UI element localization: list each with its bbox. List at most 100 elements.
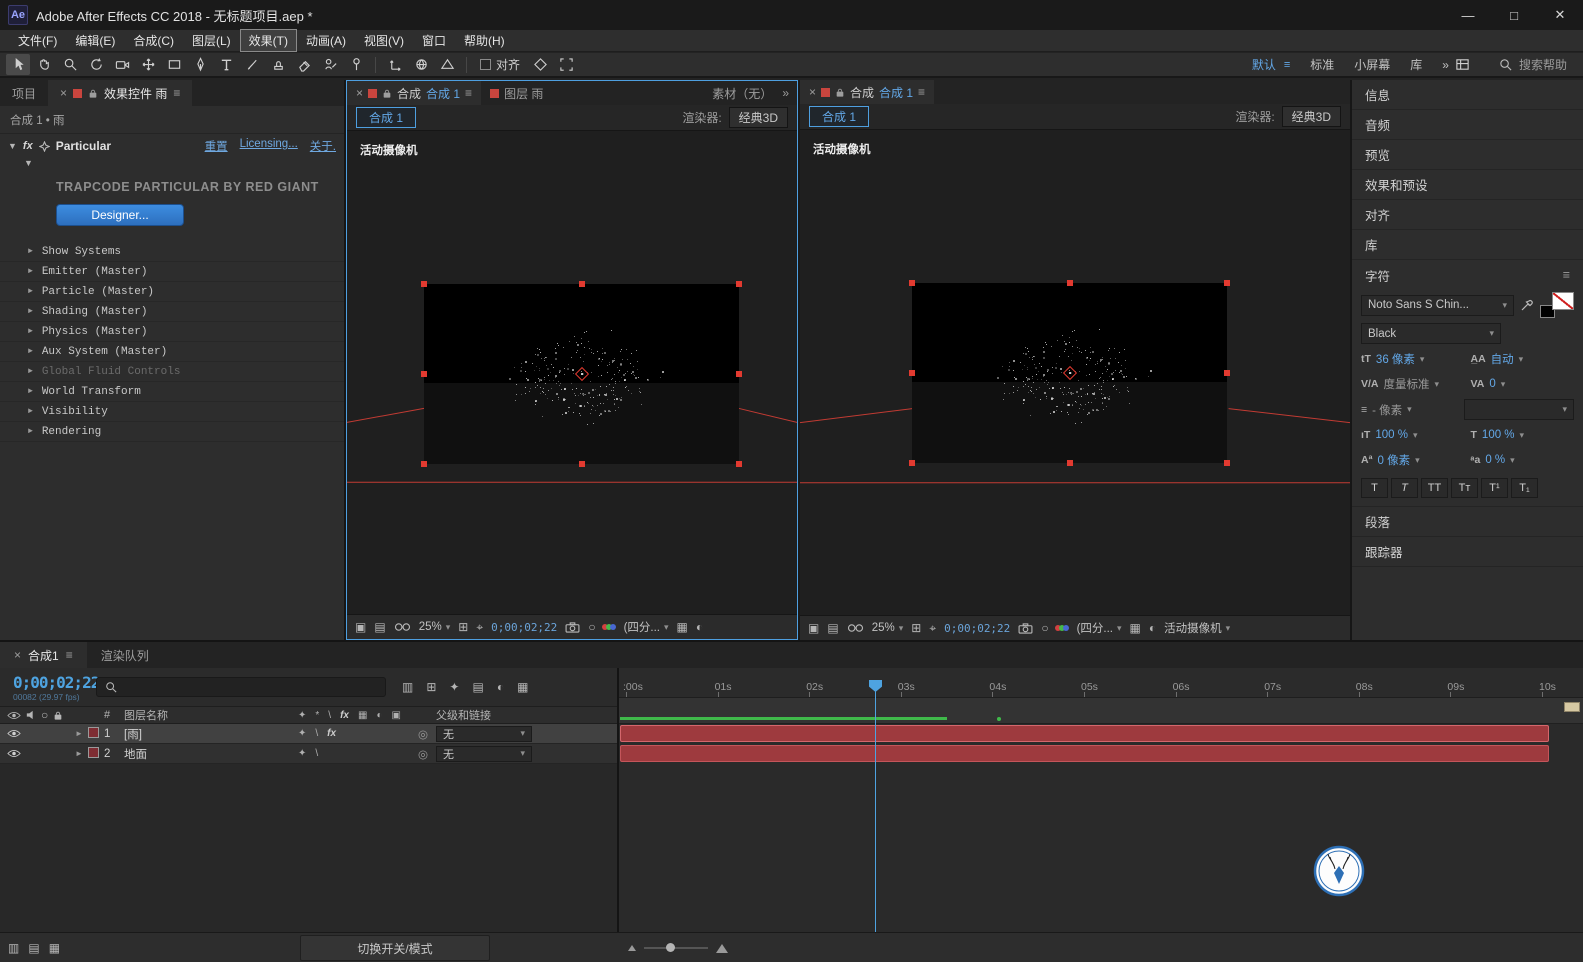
selection-handle[interactable] <box>909 370 915 376</box>
sidebar-panel-header[interactable]: 预览 <box>1352 140 1583 170</box>
effect-group-row[interactable]: ► World Transform <box>0 382 344 402</box>
effect-group-row[interactable]: ► Show Systems <box>0 242 344 262</box>
sidebar-panel-header[interactable]: 效果和预设 <box>1352 170 1583 200</box>
tab-effect-controls[interactable]: × 效果控件 雨 ≡ <box>48 80 193 106</box>
menu-item[interactable]: 编辑(E) <box>67 30 123 51</box>
effect-group-row[interactable]: ► Global Fluid Controls <box>0 362 344 382</box>
effects-switch[interactable]: fx <box>327 728 336 739</box>
draft-3d-icon[interactable]: ⊞ <box>426 681 436 693</box>
font-style-dropdown[interactable]: Black ▾ <box>1361 323 1501 344</box>
effect-group-row[interactable]: ► Emitter (Master) <box>0 262 344 282</box>
pan-behind-tool-icon[interactable] <box>136 54 160 75</box>
comp-breadcrumb-button[interactable]: 合成 1 <box>356 107 417 128</box>
solo-column-icon[interactable]: ○ <box>41 709 48 721</box>
renderer-button[interactable]: 经典3D <box>1281 106 1341 127</box>
layer-name[interactable]: 地面 <box>124 746 292 762</box>
snap-align-control[interactable]: 对齐 <box>480 56 520 73</box>
parent-pickwhip-icon[interactable]: ◎ <box>410 747 436 761</box>
selection-handle[interactable] <box>1066 280 1073 286</box>
minimize-button[interactable]: — <box>1445 0 1491 30</box>
tab-render-queue[interactable]: 渲染队列 <box>87 642 163 668</box>
quality-switch[interactable]: \ <box>315 728 318 739</box>
menu-item[interactable]: 窗口 <box>414 30 454 51</box>
viewer-timecode[interactable]: 0;00;02;22 <box>944 622 1010 635</box>
close-icon[interactable]: × <box>809 85 816 99</box>
shy-switch[interactable]: ✦ <box>298 748 306 759</box>
comp-viewer-tab[interactable]: × 合成 合成 1 ≡ <box>800 80 935 104</box>
menu-item[interactable]: 效果(T) <box>239 29 298 52</box>
selection-handle[interactable] <box>1224 460 1230 466</box>
timeline-track-area[interactable]: :00s 01s 02s 03s 04s 05s 06s 07s 08s 09s 10s <box>617 668 1583 932</box>
menu-item[interactable]: 视图(V) <box>356 30 412 51</box>
pixel-aspect-icon[interactable]: ▦ <box>1130 622 1141 634</box>
sidebar-panel-header[interactable]: 库 <box>1352 230 1583 260</box>
layer-name-column-header[interactable]: 图层名称 <box>124 707 292 723</box>
eye-icon[interactable] <box>7 729 21 738</box>
type-tool-icon[interactable] <box>214 54 238 75</box>
menu-item[interactable]: 帮助(H) <box>456 30 513 51</box>
zoom-slider-handle[interactable] <box>666 943 675 952</box>
panel-menu-icon[interactable]: ≡ <box>66 648 73 662</box>
audio-column-icon[interactable] <box>26 710 36 720</box>
menu-item[interactable]: 动画(A) <box>298 30 354 51</box>
tab-project[interactable]: 项目 <box>0 80 48 106</box>
kerning-control[interactable]: V/A 度量标准 ▾ <box>1361 374 1465 394</box>
selection-handle[interactable] <box>736 461 742 467</box>
brush-tool-icon[interactable] <box>240 54 264 75</box>
menu-item[interactable]: 文件(F) <box>10 30 65 51</box>
horizontal-scale-control[interactable]: T 100 % ▾ <box>1471 425 1575 445</box>
expand-group-icon[interactable]: ► <box>28 387 33 396</box>
proportional-spacing-control[interactable]: ᵃa 0 % ▾ <box>1471 450 1575 470</box>
channel-glasses-icon[interactable] <box>847 623 864 633</box>
sidebar-panel-header[interactable]: 音频 <box>1352 110 1583 140</box>
font-family-dropdown[interactable]: Noto Sans S Chin... ▾ <box>1361 294 1514 316</box>
text-style-button[interactable]: T <box>1391 478 1418 498</box>
expand-group-icon[interactable]: ► <box>28 287 33 296</box>
eyedropper-icon[interactable] <box>1520 298 1534 312</box>
baseline-shift-control[interactable]: Aª 0 像素 ▾ <box>1361 450 1465 470</box>
selection-handle[interactable] <box>578 461 585 467</box>
text-style-button[interactable]: T <box>1361 478 1388 498</box>
puppet-pin-tool-icon[interactable] <box>344 54 368 75</box>
workspace-tab[interactable]: 库 <box>1410 56 1422 73</box>
shy-switch[interactable]: ✦ <box>298 728 306 739</box>
designer-button[interactable]: Designer... <box>56 204 184 226</box>
parent-dropdown[interactable]: 无 ▾ <box>436 745 532 762</box>
target-region-icon[interactable] <box>554 54 578 75</box>
grid-guides-icon[interactable]: ⊞ <box>911 622 921 634</box>
close-icon[interactable]: × <box>356 86 363 100</box>
text-style-button[interactable]: Tᴛ <box>1451 478 1478 498</box>
camera-select-dropdown[interactable]: 活动摄像机 ▾ <box>1164 620 1230 636</box>
expand-layer-icon[interactable]: ► <box>70 729 88 738</box>
licensing-link[interactable]: Licensing... <box>240 138 298 154</box>
comp-marker-bin-button[interactable] <box>1564 702 1580 712</box>
effect-group-row[interactable]: ► Visibility <box>0 402 344 422</box>
sidebar-panel-header[interactable]: 跟踪器 <box>1352 537 1583 567</box>
layer-name[interactable]: [雨] <box>124 726 292 742</box>
always-preview-icon[interactable]: ▣ <box>808 622 819 634</box>
axis-local-icon[interactable] <box>383 54 407 75</box>
expand-group-icon[interactable]: ► <box>28 407 33 416</box>
text-style-button[interactable]: T¹ <box>1481 478 1508 498</box>
close-icon[interactable]: × <box>14 648 21 662</box>
layer-viewer-tab[interactable]: 图层 雨 <box>481 81 552 105</box>
magnification-dropdown[interactable]: 25% ▾ <box>419 621 451 633</box>
expand-group-icon[interactable]: ► <box>28 307 33 316</box>
panel-menu-icon[interactable]: ≡ <box>918 85 925 99</box>
composition-frame[interactable] <box>421 281 742 467</box>
close-icon[interactable]: × <box>60 86 67 100</box>
fx-badge[interactable]: fx <box>23 140 33 152</box>
zoom-out-icon[interactable] <box>628 945 636 951</box>
selection-tool-icon[interactable] <box>6 54 30 75</box>
eye-icon[interactable] <box>7 749 21 758</box>
view-layout-dropdown[interactable]: (四分... ▾ <box>624 619 669 635</box>
fill-color-swatch[interactable] <box>1552 292 1574 310</box>
parent-column-header[interactable]: 父级和链接 <box>436 707 617 723</box>
selection-handle[interactable] <box>421 461 427 467</box>
workspace-menu-icon[interactable]: ≡ <box>1284 59 1290 71</box>
comp-breadcrumb-button[interactable]: 合成 1 <box>809 106 870 127</box>
show-snapshot-icon[interactable]: ○ <box>1041 622 1048 634</box>
show-snapshot-icon[interactable]: ○ <box>588 621 595 633</box>
magnification-dropdown[interactable]: 25% ▾ <box>872 622 904 634</box>
camera-tool-icon[interactable] <box>110 54 134 75</box>
